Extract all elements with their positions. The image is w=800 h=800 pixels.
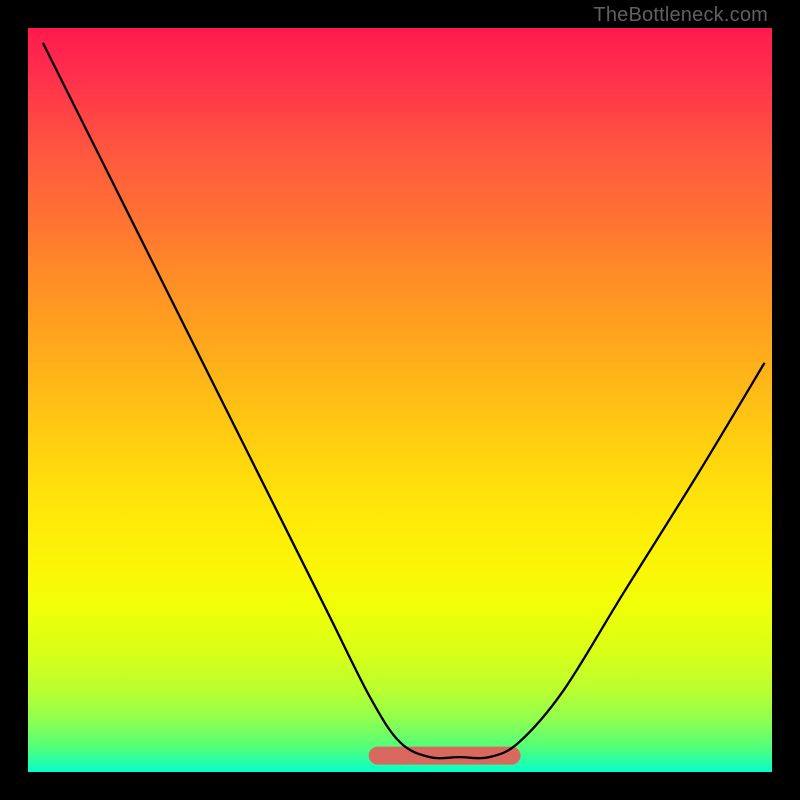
watermark-text: TheBottleneck.com xyxy=(593,4,768,27)
bottleneck-curve xyxy=(43,43,765,758)
chart-svg xyxy=(28,28,772,772)
chart-plot-area xyxy=(28,28,772,772)
